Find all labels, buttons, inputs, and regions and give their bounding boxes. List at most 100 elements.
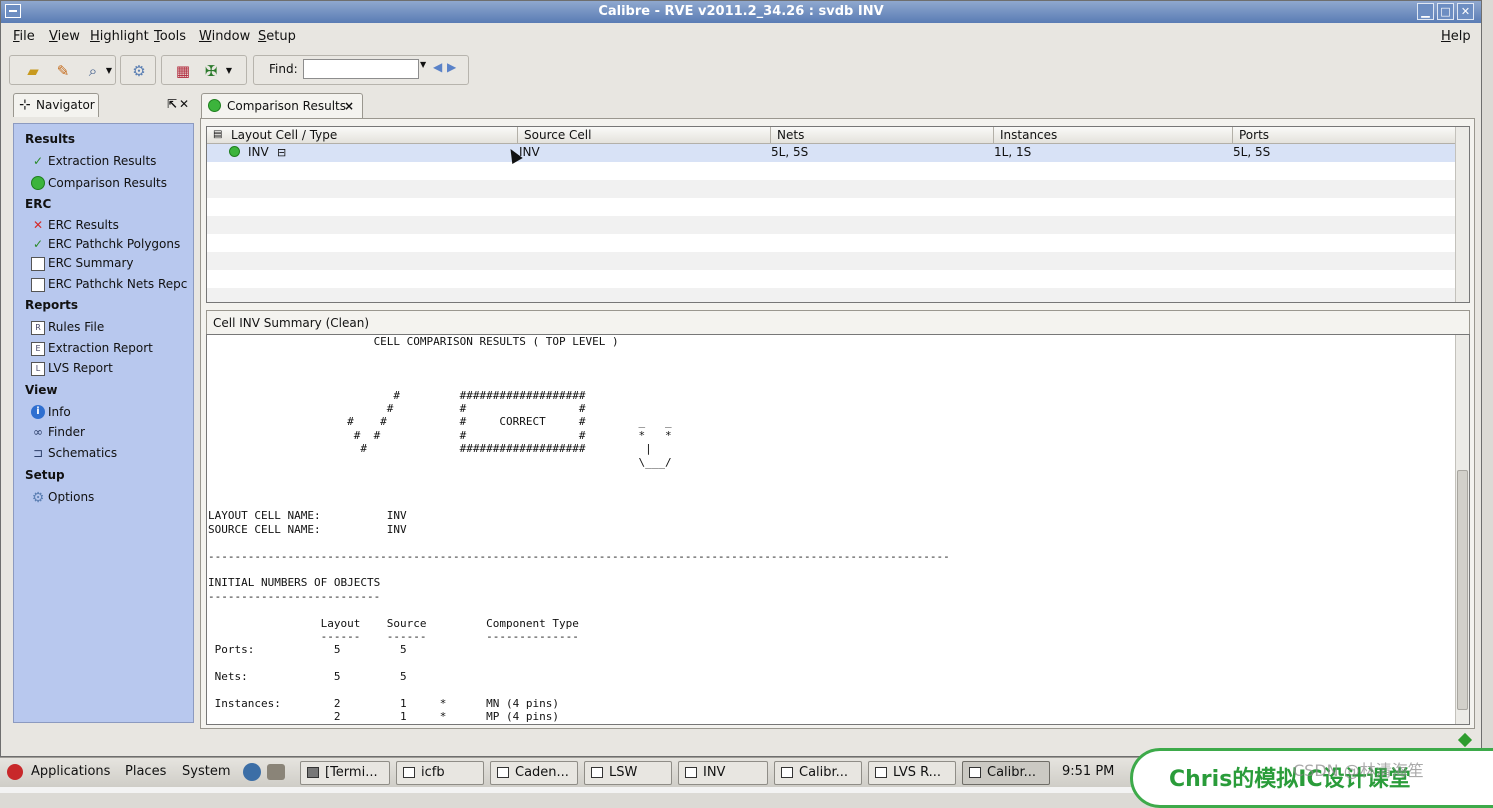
summary-scrollbar[interactable] (1455, 335, 1469, 724)
gear-icon[interactable]: ⚙ (130, 62, 148, 80)
menu-file[interactable]: File (13, 29, 35, 44)
find-input[interactable] (303, 59, 419, 79)
nav-item-info[interactable]: Info (48, 405, 71, 419)
tree-icon: ▤ (213, 129, 223, 140)
taskbar-window-calibre-2[interactable]: Calibr... (962, 761, 1050, 785)
mail-icon[interactable] (267, 764, 285, 780)
comparison-results-table: ▤ Layout Cell / Type Source Cell Nets In… (206, 126, 1470, 303)
distro-logo-icon[interactable] (7, 764, 23, 780)
debug-icon[interactable]: ✠ (202, 62, 220, 80)
minimize-icon[interactable]: ▁ (1417, 3, 1434, 20)
taskbar-clock[interactable]: 9:51 PM (1062, 764, 1114, 779)
taskbar-window-terminal[interactable]: [Termi... (300, 761, 390, 785)
summary-report: CELL COMPARISON RESULTS ( TOP LEVEL ) # … (206, 334, 1470, 725)
table-row[interactable]: INV ⊟ INV 5L, 5S 1L, 1S 5L, 5S (207, 144, 1456, 162)
nav-item-finder[interactable]: Finder (48, 425, 85, 439)
nav-header-erc: ERC (25, 197, 52, 211)
menu-setup[interactable]: Setup (258, 29, 296, 44)
layout-icon[interactable]: ▦ (174, 62, 192, 80)
rules-doc-icon: R (31, 321, 45, 335)
calibre-rve-window: Calibre - RVE v2011.2_34.26 : svdb INV ▁… (0, 0, 1482, 757)
taskbar-window-icfb[interactable]: icfb (396, 761, 484, 785)
taskbar-menu-applications[interactable]: Applications (31, 764, 110, 779)
nav-item-comparison-results[interactable]: Comparison Results (48, 176, 167, 190)
find-next-icon[interactable]: ▶ (447, 60, 456, 74)
nav-item-extraction-results[interactable]: Extraction Results (48, 154, 156, 168)
nav-header-view: View (25, 383, 58, 397)
cell-ports: 5L, 5S (1233, 145, 1271, 159)
taskbar-menu-places[interactable]: Places (125, 764, 166, 779)
taskbar-window-cadence[interactable]: Caden... (490, 761, 578, 785)
column-header-source-cell[interactable]: Source Cell (518, 127, 771, 144)
empty-row (207, 198, 1456, 216)
lvs-doc-icon: L (31, 362, 45, 376)
cell-nets: 5L, 5S (771, 145, 809, 159)
empty-row (207, 270, 1456, 288)
navigator-tab[interactable]: ⊹ Navigator (13, 93, 99, 117)
title-bar[interactable]: Calibre - RVE v2011.2_34.26 : svdb INV ▁… (1, 1, 1481, 23)
nav-item-rules-file[interactable]: Rules File (48, 320, 104, 334)
column-header-ports[interactable]: Ports (1233, 127, 1456, 144)
navigator-icon: ⊹ (19, 97, 31, 113)
column-header-nets[interactable]: Nets (771, 127, 994, 144)
find-label: Find: (269, 62, 298, 76)
tab-close-icon[interactable]: × (344, 94, 354, 118)
red-x-icon: ✕ (32, 218, 44, 232)
empty-row (207, 234, 1456, 252)
navigator-panel: Results ✓ Extraction Results Comparison … (13, 123, 194, 723)
column-header-layout-cell[interactable]: ▤ Layout Cell / Type (207, 127, 518, 144)
nav-item-erc-summary[interactable]: ERC Summary (48, 256, 134, 270)
window-menu-icon[interactable] (5, 4, 21, 18)
brush-icon[interactable]: ✎ (54, 62, 72, 80)
cell-layout-cell: INV (248, 145, 269, 159)
nav-item-lvs-report[interactable]: LVS Report (48, 361, 113, 375)
nav-item-schematics[interactable]: Schematics (48, 446, 117, 460)
nav-item-erc-results[interactable]: ERC Results (48, 218, 119, 232)
column-header-instances[interactable]: Instances (994, 127, 1233, 144)
menu-view[interactable]: View (49, 29, 80, 44)
maximize-icon[interactable]: □ (1437, 3, 1454, 20)
empty-row (207, 180, 1456, 198)
document-icon (31, 257, 45, 271)
taskbar-window-lsw[interactable]: LSW (584, 761, 672, 785)
nav-item-options[interactable]: Options (48, 490, 94, 504)
folder-open-icon[interactable]: ▰ (24, 62, 42, 80)
browser-icon[interactable] (243, 763, 261, 781)
window-title: Calibre - RVE v2011.2_34.26 : svdb INV (598, 4, 884, 19)
find-dropdown-icon[interactable]: ▼ (420, 60, 426, 69)
taskbar-window-calibre-1[interactable]: Calibr... (774, 761, 862, 785)
chevron-down-icon[interactable]: ▼ (220, 62, 238, 80)
extraction-check-icon: ✓ (32, 154, 44, 168)
summary-scrollbar-thumb[interactable] (1457, 470, 1468, 710)
empty-row (207, 216, 1456, 234)
smiley-icon (208, 99, 221, 112)
empty-row (207, 252, 1456, 270)
watermark-sub-text: CSDN @林清海笙 (1293, 761, 1424, 780)
cell-instances: 1L, 1S (994, 145, 1032, 159)
chevron-down-icon[interactable]: ▼ (100, 62, 118, 80)
menu-highlight[interactable]: Highlight (90, 29, 149, 44)
undock-icon[interactable]: ⇱ (167, 97, 177, 111)
empty-row (207, 288, 1456, 302)
menu-window[interactable]: Window (199, 29, 250, 44)
schematic-icon: ⊐ (32, 446, 44, 460)
close-icon[interactable]: ✕ (1457, 3, 1474, 20)
clean-status-icon (229, 146, 240, 157)
menu-help[interactable]: Help (1441, 29, 1471, 44)
smiley-icon (31, 176, 45, 190)
nav-item-extraction-report[interactable]: Extraction Report (48, 341, 153, 355)
nav-item-erc-pathchk-polygons[interactable]: ERC Pathchk Polygons (48, 237, 180, 251)
watermark-badge: Chris的模拟IC设计课堂 CSDN @林清海笙 (1130, 748, 1493, 808)
extraction-doc-icon: E (31, 342, 45, 356)
taskbar-window-lvs-report[interactable]: LVS R... (868, 761, 956, 785)
tab-comparison-results[interactable]: Comparison Results × (201, 93, 363, 118)
nav-item-erc-pathchk-nets-report[interactable]: ERC Pathchk Nets Repc (48, 277, 187, 291)
cell-source-cell: INV (519, 145, 540, 159)
table-scrollbar[interactable] (1455, 127, 1469, 302)
navigator-close-icon[interactable]: ✕ (179, 97, 189, 111)
taskbar-window-inv[interactable]: INV (678, 761, 768, 785)
menu-tools[interactable]: Tools (154, 29, 186, 44)
find-previous-icon[interactable]: ◀ (433, 60, 442, 74)
navigator-tab-label: Navigator (36, 98, 95, 112)
taskbar-menu-system[interactable]: System (182, 764, 230, 779)
